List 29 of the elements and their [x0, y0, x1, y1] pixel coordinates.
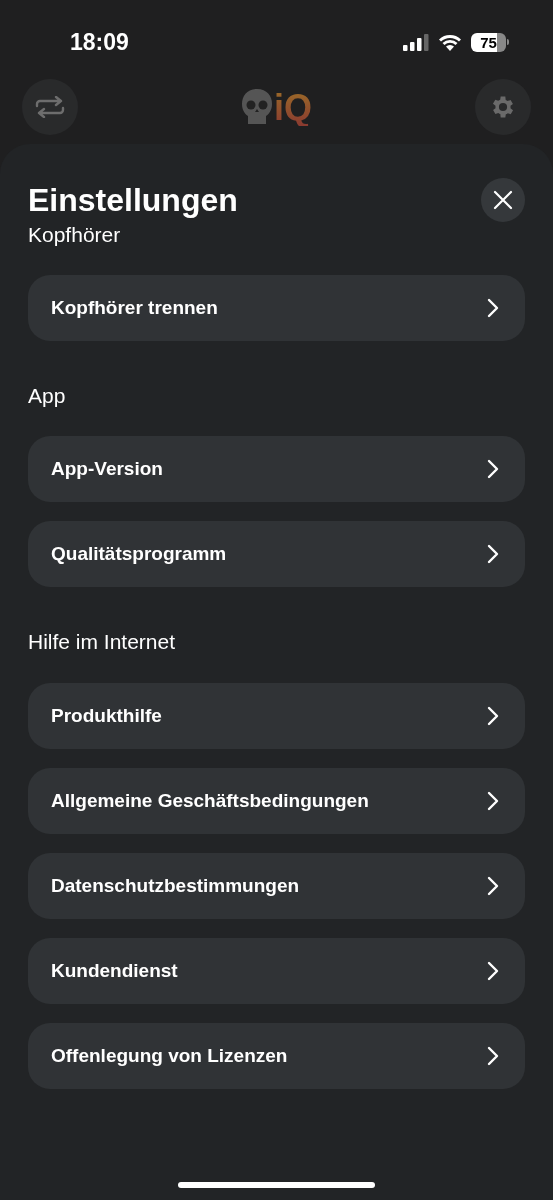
settings-row[interactable]: Datenschutzbestimmungen [28, 852, 525, 919]
section-heading: Hilfe im Internet [28, 629, 177, 655]
close-icon [493, 190, 513, 210]
section-heading: Kopfhörer [28, 222, 122, 248]
chevron-right-icon [487, 298, 499, 319]
settings-row[interactable]: Kopfhörer trennen [28, 275, 525, 342]
settings-row[interactable]: Offenlegung von Lizenzen [28, 1022, 525, 1089]
chevron-right-icon [487, 790, 499, 811]
chevron-right-icon [487, 705, 499, 726]
settings-row[interactable]: Qualitätsprogramm [28, 521, 525, 588]
logo-text: iQ [274, 90, 312, 126]
settings-row[interactable]: Kundendienst [28, 937, 525, 1004]
settings-row[interactable]: App-Version [28, 436, 525, 503]
skull-icon [241, 88, 273, 126]
signal-icon [403, 33, 429, 51]
chevron-right-icon [487, 544, 499, 565]
close-button[interactable] [481, 178, 525, 222]
settings-row[interactable]: Produkthilfe [28, 682, 525, 749]
sheet-title: Einstellungen [28, 181, 238, 219]
repeat-icon [35, 96, 65, 118]
section-heading: App [28, 383, 67, 409]
status-time: 18:09 [70, 28, 129, 56]
chevron-right-icon [487, 459, 499, 480]
chevron-right-icon [487, 960, 499, 981]
chevron-right-icon [487, 1045, 499, 1066]
chevron-right-icon [487, 875, 499, 896]
wifi-icon [438, 33, 462, 51]
settings-row[interactable]: Allgemeine Geschäftsbedingungen [28, 767, 525, 834]
battery-icon: 75 [471, 32, 509, 52]
